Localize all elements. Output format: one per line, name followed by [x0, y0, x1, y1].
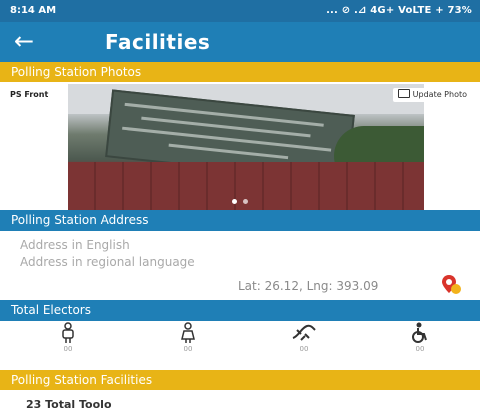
- sign-line: [122, 126, 332, 152]
- update-photo-button[interactable]: Update Photo: [392, 88, 472, 102]
- pwd-count: 00: [415, 345, 425, 353]
- sign-line: [168, 143, 289, 160]
- photo-carousel[interactable]: PS Front Update Photo: [0, 84, 480, 210]
- map-pin-icon[interactable]: [440, 273, 462, 295]
- third-gender-count: 00: [299, 345, 309, 353]
- facilities-section-header: Polling Station Facilities: [0, 370, 480, 390]
- carousel-dot-active[interactable]: [232, 199, 237, 204]
- carousel-dot[interactable]: [243, 199, 248, 204]
- female-electors: 00: [168, 322, 208, 362]
- male-electors: 00: [48, 322, 88, 362]
- status-indicators: ... ⊘ .⊿ 4G+ VoLTE + 73%: [326, 5, 472, 16]
- address-block: Address in English Address in regional l…: [20, 237, 195, 271]
- back-arrow-icon[interactable]: ←: [14, 28, 34, 54]
- facilities-first-item: 23 Total Toolo: [26, 398, 112, 411]
- electors-section-header: Total Electors: [0, 300, 480, 321]
- address-section-header: Polling Station Address: [0, 210, 480, 231]
- female-count: 00: [183, 345, 193, 353]
- polling-station-photo: [68, 84, 424, 210]
- male-icon: [62, 322, 74, 343]
- third-gender-electors: 00: [284, 322, 324, 362]
- female-icon: [181, 322, 195, 343]
- pwd-electors: 00: [400, 322, 440, 362]
- photo-caption: PS Front: [10, 90, 49, 99]
- page-title: Facilities: [105, 30, 211, 54]
- update-photo-label: Update Photo: [412, 90, 467, 99]
- lat-lng-text: Lat: 26.12, Lng: 393.09: [238, 279, 379, 293]
- status-time: 8:14 AM: [10, 5, 57, 16]
- address-regional: Address in regional language: [20, 255, 195, 269]
- app-bar: ← Facilities: [0, 22, 480, 62]
- male-count: 00: [63, 345, 73, 353]
- third-gender-icon: [292, 324, 316, 341]
- photos-section-header: Polling Station Photos: [0, 62, 480, 82]
- address-english: Address in English: [20, 238, 130, 252]
- status-bar: 8:14 AM ... ⊘ .⊿ 4G+ VoLTE + 73%: [0, 0, 480, 22]
- electors-row: 00 00 00 00: [0, 322, 480, 362]
- wheelchair-icon: [412, 322, 427, 343]
- camera-icon: [397, 89, 410, 98]
